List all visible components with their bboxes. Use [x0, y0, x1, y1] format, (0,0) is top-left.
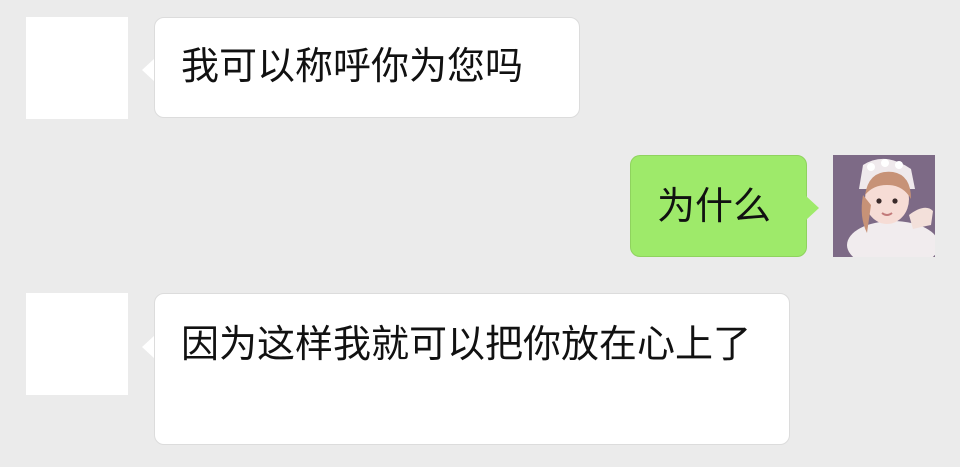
message-text: 因为这样我就可以把你放在心上了 [181, 322, 752, 366]
user-photo-icon [833, 155, 935, 257]
message-bubble-received[interactable]: 我可以称呼你为您吗 [154, 17, 580, 118]
user-avatar[interactable] [833, 155, 935, 257]
message-text: 我可以称呼你为您吗 [181, 44, 524, 88]
message-bubble-sent[interactable]: 为什么 [630, 155, 807, 257]
contact-avatar[interactable] [26, 293, 128, 395]
contact-avatar[interactable] [26, 17, 128, 119]
message-text: 为什么 [657, 184, 772, 228]
message-bubble-received[interactable]: 因为这样我就可以把你放在心上了 [154, 293, 790, 445]
bubble-tail [806, 196, 819, 220]
chat-screen: { "messages": [ { "side": "left", "text"… [0, 0, 960, 467]
